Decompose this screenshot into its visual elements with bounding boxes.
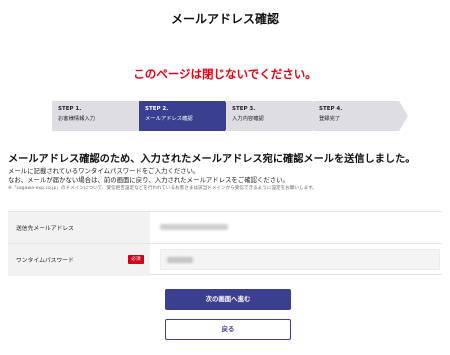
step-2-current: STEP 2. メールアドレス確認 (139, 101, 234, 131)
back-button[interactable]: 戻る (165, 319, 291, 340)
page-title: メールアドレス確認 (170, 12, 279, 26)
password-label: ワンタイムパスワード (16, 258, 74, 264)
confirmation-headline: メールアドレス確認のため、入力されたメールアドレス宛に確認メールを送信しました。 (8, 154, 416, 165)
email-value-redacted (160, 224, 228, 230)
fallback-instruction-text: なお、メールが届かない場合は、前の画面に戻り、入力されたメールアドレスをご確認く… (8, 176, 289, 184)
verification-form: 送信先メールアドレス ワンタイムパスワード 必須 (8, 211, 442, 276)
step-1: STEP 1. お客様情報入力 (52, 101, 147, 131)
password-label-cell: ワンタイムパスワード 必須 (8, 244, 150, 276)
password-value-redacted (167, 257, 193, 263)
password-row: ワンタイムパスワード 必須 (8, 244, 442, 276)
domain-notice: ※「sagawa-exp.co.jp」のドメインについて、受信拒否設定などを行わ… (8, 186, 317, 191)
email-label-cell: 送信先メールアドレス (8, 212, 150, 243)
one-time-password-input[interactable] (160, 249, 440, 270)
step-3-number: STEP 3. (232, 106, 256, 112)
warning-message: このページは閉じないでください。 (133, 67, 317, 81)
step-4-number: STEP 4. (319, 106, 343, 112)
step-2-number: STEP 2. (145, 106, 169, 112)
email-label: 送信先メールアドレス (16, 226, 74, 232)
step-3: STEP 3. 入力内容確認 (226, 101, 321, 131)
required-badge: 必須 (128, 255, 144, 264)
instruction-text: メールに記載されているワンタイムパスワードをご入力ください。 (8, 167, 200, 175)
step-4: STEP 4. 登録完了 (313, 101, 408, 131)
step-3-label: 入力内容確認 (232, 116, 264, 122)
step-2-label: メールアドレス確認 (145, 116, 193, 122)
email-row: 送信先メールアドレス (8, 212, 442, 244)
step-indicator: STEP 1. お客様情報入力 STEP 2. メールアドレス確認 STEP 3… (52, 101, 408, 131)
step-1-label: お客様情報入力 (58, 116, 96, 122)
next-button[interactable]: 次の画面へ進む (165, 289, 291, 310)
step-1-number: STEP 1. (58, 106, 82, 112)
step-4-label: 登録完了 (319, 116, 341, 122)
